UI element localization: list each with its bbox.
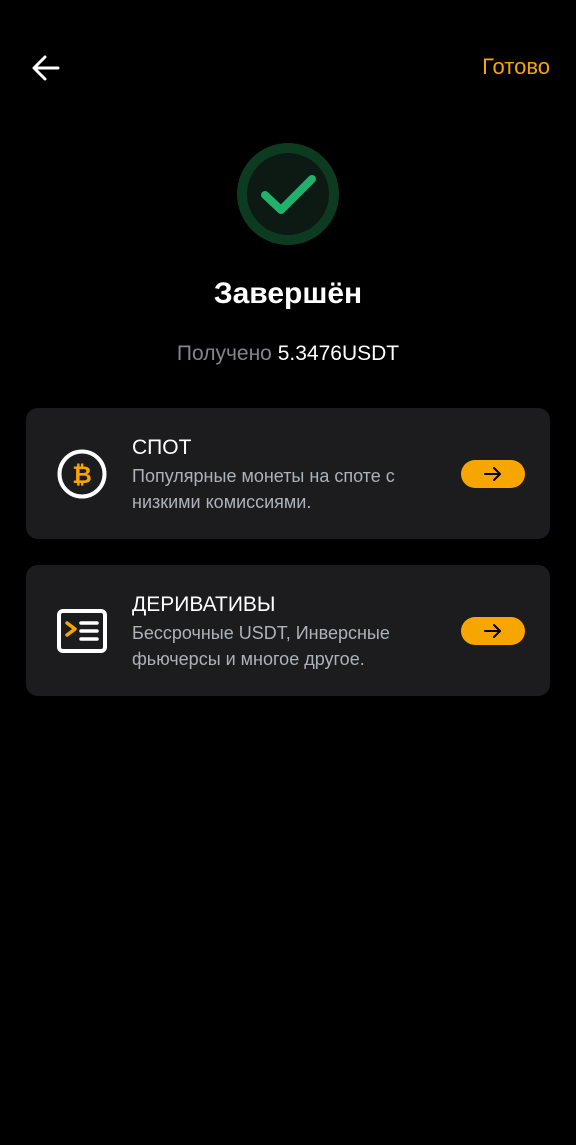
arrow-right-icon [484, 467, 501, 481]
spot-card-arrow-button[interactable] [461, 460, 525, 488]
bitcoin-icon: ₿ [57, 449, 107, 499]
received-label: Получено [176, 342, 272, 365]
derivatives-icon [57, 609, 107, 653]
received-summary: Получено 5.3476USDT [0, 342, 576, 366]
status-title: Завершён [213, 277, 363, 310]
derivatives-card[interactable]: ДЕРИВАТИВЫ Бессрочные USDT, Инверсные фь… [26, 565, 550, 696]
received-amount: 5.3476 [277, 342, 342, 365]
done-button[interactable]: Готово [482, 54, 550, 80]
check-circle-icon [237, 143, 339, 245]
arrow-left-icon [32, 55, 60, 81]
back-button[interactable] [26, 48, 66, 88]
spot-card[interactable]: ₿ СПОТ Популярные монеты на споте с низк… [26, 408, 550, 539]
svg-text:₿: ₿ [72, 461, 92, 489]
spot-card-title: СПОТ [132, 436, 192, 459]
top-bar: Готово [0, 0, 576, 136]
derivatives-card-title: ДЕРИВАТИВЫ [132, 593, 276, 616]
spot-card-description: Популярные монеты на споте с низкими ком… [132, 466, 395, 512]
derivatives-card-description: Бессрочные USDT, Инверсные фьючерсы и мн… [132, 623, 390, 669]
arrow-right-icon [484, 624, 501, 638]
derivatives-card-arrow-button[interactable] [461, 617, 525, 645]
received-unit: USDT [341, 342, 400, 365]
